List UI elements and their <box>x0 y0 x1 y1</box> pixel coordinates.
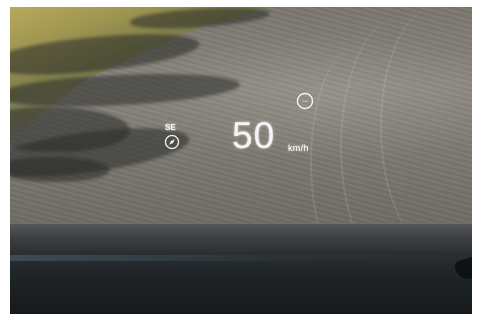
speed-limit-sign-icon: --- <box>296 92 314 110</box>
dashboard-reflection <box>10 255 472 261</box>
windshield-view: --- SE 50 km/h <box>10 7 472 314</box>
current-speed-value: 50 <box>232 115 276 156</box>
heading-direction-label: SE <box>165 123 176 132</box>
speed-limit-text: --- <box>303 99 308 105</box>
dashboard-edge <box>10 223 472 254</box>
compass-icon <box>164 134 180 150</box>
speed-unit-label: km/h <box>288 143 309 153</box>
tree-shadow <box>10 157 110 182</box>
